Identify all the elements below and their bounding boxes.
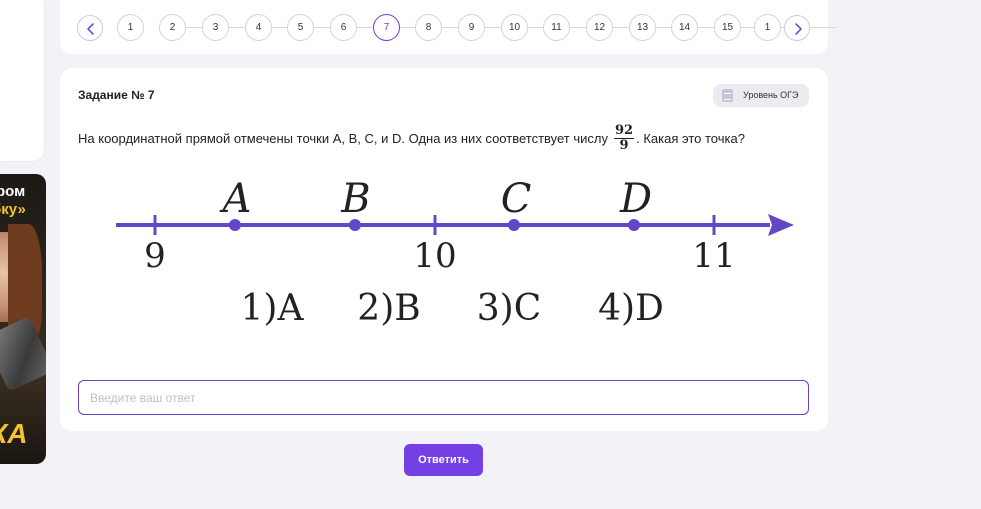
- promo-text-line1: ром: [0, 183, 26, 200]
- answer-input[interactable]: [78, 380, 809, 415]
- option-4: 4)D: [598, 288, 664, 329]
- page-button-8[interactable]: 8: [415, 14, 442, 41]
- page-button-2[interactable]: 2: [159, 14, 186, 41]
- page-button-16[interactable]: 1: [754, 14, 781, 41]
- page-button-10[interactable]: 10: [501, 14, 528, 41]
- submit-answer-button[interactable]: Ответить: [404, 444, 483, 476]
- tick-label-9: 9: [144, 236, 166, 276]
- question-text-before: На координатной прямой отмечены точки A,…: [78, 131, 608, 146]
- page-button-4[interactable]: 4: [245, 14, 272, 41]
- option-1: 1)A: [241, 288, 305, 329]
- axis-arrow-icon: [768, 214, 794, 236]
- promo-text-line2: бку»: [0, 201, 26, 218]
- option-2: 2)B: [357, 288, 420, 329]
- page-button-14[interactable]: 14: [671, 14, 698, 41]
- page-button-5[interactable]: 5: [287, 14, 314, 41]
- page-button-6[interactable]: 6: [330, 14, 357, 41]
- question-text-after: . Какая это точка?: [636, 131, 745, 146]
- side-panel: [0, 0, 45, 162]
- pager-next-button[interactable]: [784, 15, 810, 41]
- point-b-label: B: [340, 176, 370, 222]
- page-button-12[interactable]: 12: [586, 14, 613, 41]
- page-button-3[interactable]: 3: [202, 14, 229, 41]
- number-line-figure: 9 10 11 A B C D 1)A 2)B 3)C 4)D: [116, 176, 794, 329]
- pager-prev-button[interactable]: [77, 15, 103, 41]
- document-icon: [722, 89, 733, 102]
- task-card: Задание № 7 Уровень ОГЭ На координатной …: [60, 68, 828, 431]
- point-d-label: D: [619, 176, 652, 222]
- point-c-label: C: [501, 176, 532, 222]
- level-badge: Уровень ОГЭ: [713, 84, 809, 107]
- fraction: 92 9: [614, 123, 635, 153]
- question-text: На координатной прямой отмечены точки A,…: [78, 124, 745, 153]
- fraction-numerator: 92: [614, 123, 635, 139]
- page-button-1[interactable]: 1: [117, 14, 144, 41]
- task-pager: 1 2 3 4 5 6 7 8 9 10 11 12 13 14 15 1: [60, 0, 837, 54]
- promo-banner[interactable]: ром бку» КА: [0, 174, 46, 464]
- page-button-11[interactable]: 11: [543, 14, 570, 41]
- page-button-13[interactable]: 13: [629, 14, 656, 41]
- level-label: Уровень ОГЭ: [743, 90, 799, 100]
- page-button-7[interactable]: 7: [373, 14, 400, 41]
- promo-text-line3: КА: [0, 418, 28, 449]
- option-3: 3)C: [477, 288, 542, 329]
- point-a-label: A: [219, 176, 252, 222]
- page-button-15[interactable]: 15: [714, 14, 741, 41]
- page-button-9[interactable]: 9: [458, 14, 485, 41]
- task-title: Задание № 7: [78, 88, 155, 102]
- tick-label-11: 11: [692, 236, 735, 276]
- tick-label-10: 10: [413, 236, 456, 276]
- fraction-denominator: 9: [619, 138, 629, 153]
